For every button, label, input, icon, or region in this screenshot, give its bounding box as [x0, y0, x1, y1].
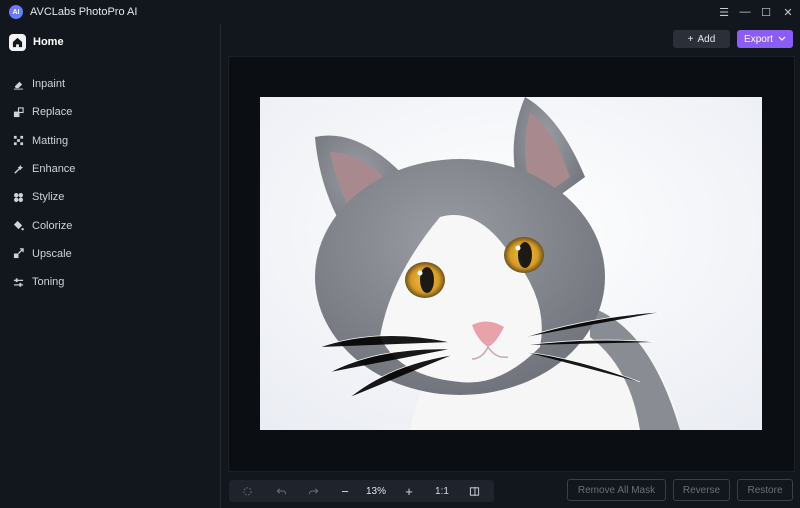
app-logo-icon: AI — [9, 5, 23, 19]
sidebar-item-label: Toning — [32, 276, 65, 289]
upscale-icon — [13, 248, 24, 259]
select-icon[interactable] — [239, 480, 255, 502]
restore-button[interactable]: Restore — [737, 479, 793, 501]
sidebar-item-replace[interactable]: Replace — [0, 98, 220, 126]
replace-icon — [13, 107, 24, 118]
chevron-down-icon — [778, 34, 786, 45]
sidebar-item-label: Stylize — [32, 191, 65, 204]
redo-icon[interactable] — [305, 480, 321, 502]
add-button[interactable]: + Add — [673, 30, 730, 48]
undo-icon[interactable] — [273, 480, 289, 502]
export-button-label: Export — [744, 33, 773, 45]
sidebar-item-stylize[interactable]: Stylize — [0, 183, 220, 211]
menu-icon[interactable]: ☰ — [716, 4, 732, 20]
sidebar-item-inpaint[interactable]: Inpaint — [0, 70, 220, 98]
sidebar-item-label: Inpaint — [32, 78, 66, 91]
bottom-toolbar: − 13% + 1:1 — [229, 480, 494, 502]
remove-all-mask-button[interactable]: Remove All Mask — [567, 479, 666, 501]
reverse-button[interactable]: Reverse — [673, 479, 730, 501]
stylize-icon — [13, 192, 24, 203]
compare-icon[interactable] — [466, 480, 482, 502]
sidebar-item-matting[interactable]: Matting — [0, 127, 220, 155]
sidebar-nav: Inpaint Replace Matting Enhance Stylize — [0, 70, 220, 296]
sidebar-item-label: Enhance — [32, 163, 76, 176]
cat-photo[interactable] — [260, 97, 762, 430]
sidebar-item-home[interactable]: Home — [9, 33, 64, 51]
sidebar-item-label: Colorize — [32, 219, 73, 232]
home-icon — [9, 33, 26, 51]
sidebar-item-toning[interactable]: Toning — [0, 268, 220, 296]
plus-icon: + — [687, 33, 694, 45]
sidebar-item-label: Home — [33, 36, 64, 48]
matting-icon — [13, 135, 24, 146]
toning-icon — [13, 277, 24, 288]
minimize-icon[interactable]: — — [737, 4, 753, 20]
zoom-level: 13% — [365, 485, 386, 497]
enhance-icon — [13, 164, 24, 175]
app-title: AVCLabs PhotoPro AI — [30, 6, 138, 18]
zoom-in-button[interactable]: + — [401, 480, 417, 502]
sidebar-item-label: Upscale — [32, 247, 72, 260]
colorize-icon — [13, 220, 24, 231]
maximize-icon[interactable]: ☐ — [758, 4, 774, 20]
sidebar-item-enhance[interactable]: Enhance — [0, 155, 220, 183]
title-bar: AI AVCLabs PhotoPro AI ☰ — ☐ ✕ — [0, 0, 800, 24]
sidebar-item-label: Replace — [32, 106, 73, 119]
actual-size-button[interactable]: 1:1 — [431, 480, 453, 502]
sidebar-item-colorize[interactable]: Colorize — [0, 211, 220, 239]
add-button-label: Add — [697, 33, 716, 45]
zoom-out-button[interactable]: − — [337, 480, 353, 502]
eraser-icon — [13, 79, 24, 90]
sidebar-item-label: Matting — [32, 134, 69, 147]
export-button[interactable]: Export — [737, 30, 793, 48]
app-logo-text: AI — [12, 8, 20, 16]
sidebar-item-upscale[interactable]: Upscale — [0, 240, 220, 268]
sidebar: Home Inpaint Replace Matting Enhance Sty… — [0, 24, 221, 508]
close-icon[interactable]: ✕ — [780, 4, 796, 20]
